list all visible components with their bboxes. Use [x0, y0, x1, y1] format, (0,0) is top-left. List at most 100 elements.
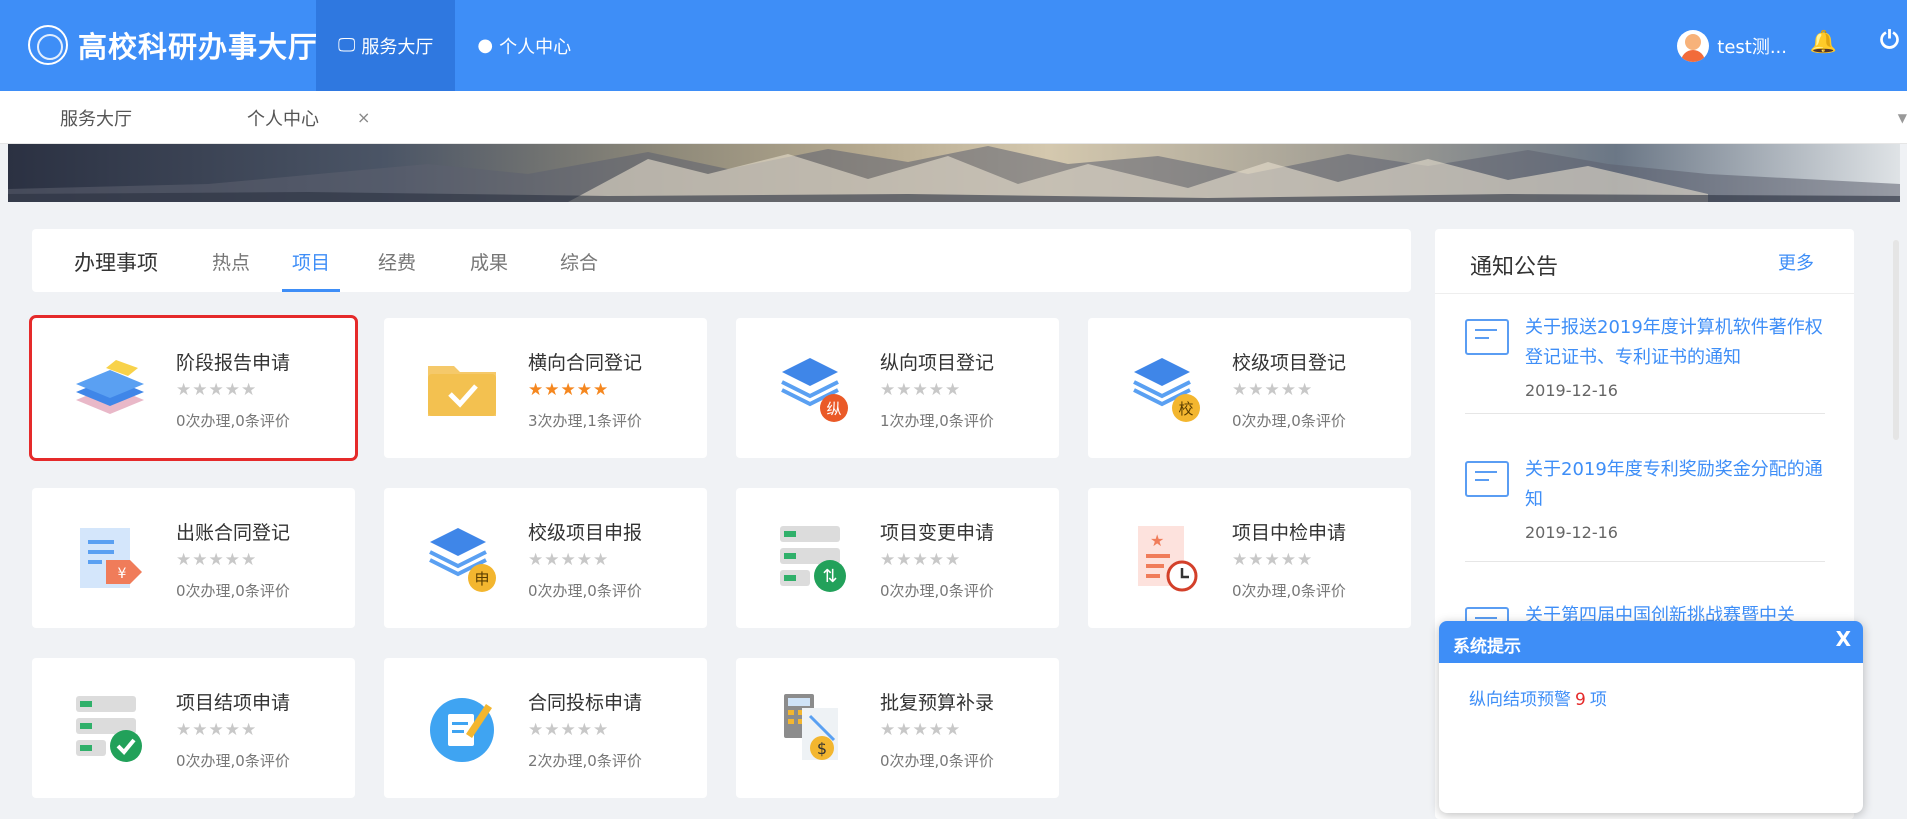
- popup-message-suffix: 项: [1589, 690, 1607, 710]
- card-title: 出账合同登记: [176, 522, 291, 544]
- bell-icon[interactable]: 🔔: [1810, 30, 1837, 55]
- popup-message[interactable]: 纵向结项预警 9 项: [1469, 685, 1607, 710]
- category-tabs: 办理事项 热点 项目 经费 成果 综合: [32, 229, 1411, 292]
- books-icon: [76, 360, 144, 414]
- service-card[interactable]: 阶段报告申请 ★★★★★ 0次办理,0条评价: [29, 315, 358, 461]
- layers-badge-icon: 申: [429, 528, 496, 592]
- svg-text:★: ★: [1150, 531, 1164, 550]
- card-stats: 0次办理,0条评价: [176, 412, 290, 430]
- badge-text: 申: [474, 570, 489, 588]
- university-emblem-icon: [28, 25, 68, 65]
- card-title: 校级项目申报: [528, 522, 643, 544]
- notice-item-text[interactable]: 关于报送2019年度计算机软件著作权登记证书、专利证书的通知: [1525, 313, 1825, 373]
- service-card[interactable]: $ 批复预算补录 ★★★★★ 0次办理,0条评价: [736, 658, 1059, 798]
- user-menu[interactable]: test测...: [1677, 30, 1787, 62]
- page-tab-personal-center[interactable]: 个人中心 ×: [247, 91, 370, 144]
- page-tab-service-hall[interactable]: 服务大厅: [60, 91, 132, 144]
- section-label: 办理事项: [74, 251, 158, 275]
- rating-stars: ★★★★★: [880, 720, 962, 740]
- popup-count: 9: [1575, 690, 1586, 710]
- service-card[interactable]: 横向合同登记 ★★★★★ 3次办理,1条评价: [384, 318, 707, 458]
- mountain-illustration: [8, 146, 1900, 202]
- monitor-icon: 🖵: [338, 35, 356, 56]
- divider: [1435, 293, 1854, 294]
- message-icon: [1465, 319, 1509, 355]
- divider: [1465, 561, 1825, 562]
- power-icon[interactable]: ⏻: [1880, 26, 1899, 54]
- tab-funding[interactable]: 经费: [378, 248, 416, 292]
- folder-check-icon: [428, 366, 496, 416]
- service-card[interactable]: ★ 项目中检申请 ★★★★★ 0次办理,0条评价: [1088, 488, 1411, 628]
- card-stats: 3次办理,1条评价: [528, 412, 642, 430]
- card-stats: 0次办理,0条评价: [1232, 582, 1346, 600]
- tab-achievement[interactable]: 成果: [470, 248, 508, 292]
- notice-item-date: 2019-12-16: [1525, 381, 1618, 400]
- card-stats: 0次办理,0条评价: [176, 582, 290, 600]
- service-card[interactable]: 合同投标申请 ★★★★★ 2次办理,0条评价: [384, 658, 707, 798]
- document-clock-icon: ★: [1138, 526, 1198, 592]
- service-card[interactable]: 申 校级项目申报 ★★★★★ 0次办理,0条评价: [384, 488, 707, 628]
- svg-text:¥: ¥: [118, 566, 127, 582]
- app-title: 高校科研办事大厅: [78, 30, 319, 64]
- svg-text:⇅: ⇅: [822, 566, 837, 587]
- top-navbar: 高校科研办事大厅 🖵 服务大厅 ● 个人中心 test测... 🔔 ⏻: [0, 0, 1907, 91]
- main-nav: 🖵 服务大厅 ● 个人中心: [316, 0, 593, 91]
- rating-stars: ★★★★★: [176, 550, 258, 570]
- app-logo[interactable]: 高校科研办事大厅: [28, 24, 318, 66]
- card-title: 合同投标申请: [528, 692, 643, 714]
- service-card[interactable]: 纵 纵向项目登记 ★★★★★ 1次办理,0条评价: [736, 318, 1059, 458]
- service-card[interactable]: ¥ 出账合同登记 ★★★★★ 0次办理,0条评价: [32, 488, 355, 628]
- notice-more-link[interactable]: 更多: [1778, 249, 1814, 275]
- nav-service-hall-label: 服务大厅: [361, 36, 434, 58]
- close-icon[interactable]: ×: [357, 108, 370, 127]
- service-card[interactable]: ⇅ 项目变更申请 ★★★★★ 0次办理,0条评价: [736, 488, 1059, 628]
- tab-comprehensive[interactable]: 综合: [560, 248, 598, 292]
- rating-stars: ★★★★★: [528, 380, 610, 400]
- card-stats: 0次办理,0条评价: [880, 752, 994, 770]
- service-card[interactable]: 校 校级项目登记 ★★★★★ 0次办理,0条评价: [1088, 318, 1411, 458]
- rating-stars: ★★★★★: [528, 720, 610, 740]
- calculator-dollar-icon: $: [784, 694, 838, 760]
- card-title: 项目中检申请: [1232, 522, 1347, 544]
- system-alert-popup: 系统提示 X 纵向结项预警 9 项: [1439, 621, 1863, 813]
- chevron-down-icon[interactable]: ▼: [1898, 111, 1907, 125]
- edit-note-icon: [430, 698, 494, 762]
- document-yen-icon: ¥: [80, 528, 142, 588]
- popup-header: 系统提示 X: [1439, 621, 1863, 663]
- page-tab-label: 服务大厅: [60, 108, 132, 130]
- page-tabs-bar: 服务大厅 个人中心 × ▼: [0, 91, 1907, 144]
- scrollbar[interactable]: [1893, 240, 1899, 440]
- popup-title: 系统提示: [1453, 637, 1521, 657]
- mountain-banner: [8, 144, 1900, 202]
- rating-stars: ★★★★★: [1232, 380, 1314, 400]
- tab-project[interactable]: 项目: [282, 248, 341, 292]
- close-icon[interactable]: X: [1836, 627, 1851, 651]
- card-title: 项目结项申请: [176, 692, 291, 714]
- card-stats: 0次办理,0条评价: [880, 582, 994, 600]
- card-stats: 0次办理,0条评价: [176, 752, 290, 770]
- nav-personal-center[interactable]: ● 个人中心: [455, 0, 593, 91]
- notice-item-date: 2019-12-16: [1525, 523, 1618, 542]
- server-sync-icon: ⇅: [780, 526, 846, 592]
- card-stats: 1次办理,0条评价: [880, 412, 994, 430]
- notice-title: 通知公告: [1470, 255, 1559, 280]
- avatar: [1677, 30, 1710, 62]
- rating-stars: ★★★★★: [176, 720, 258, 740]
- card-stats: 0次办理,0条评价: [528, 582, 642, 600]
- popup-message-prefix: 纵向结项预警: [1469, 690, 1571, 710]
- badge-text: 校: [1178, 400, 1193, 418]
- service-card[interactable]: 项目结项申请 ★★★★★ 0次办理,0条评价: [32, 658, 355, 798]
- main-panel: 办理事项 热点 项目 经费 成果 综合 阶段报告申请 ★★★★★ 0次办理,0条…: [29, 229, 1411, 803]
- tab-hot[interactable]: 热点: [212, 248, 250, 292]
- nav-service-hall[interactable]: 🖵 服务大厅: [316, 0, 456, 91]
- rating-stars: ★★★★★: [1232, 550, 1314, 570]
- card-stats: 0次办理,0条评价: [1232, 412, 1346, 430]
- page-tab-label: 个人中心: [247, 108, 319, 130]
- rating-stars: ★★★★★: [176, 380, 258, 400]
- rating-stars: ★★★★★: [528, 550, 610, 570]
- server-check-icon: [76, 696, 142, 762]
- layers-badge-icon: 纵: [781, 358, 848, 422]
- card-stats: 2次办理,0条评价: [528, 752, 642, 770]
- notice-item-text[interactable]: 关于2019年度专利奖励奖金分配的通知: [1525, 455, 1825, 515]
- card-title: 阶段报告申请: [176, 352, 291, 374]
